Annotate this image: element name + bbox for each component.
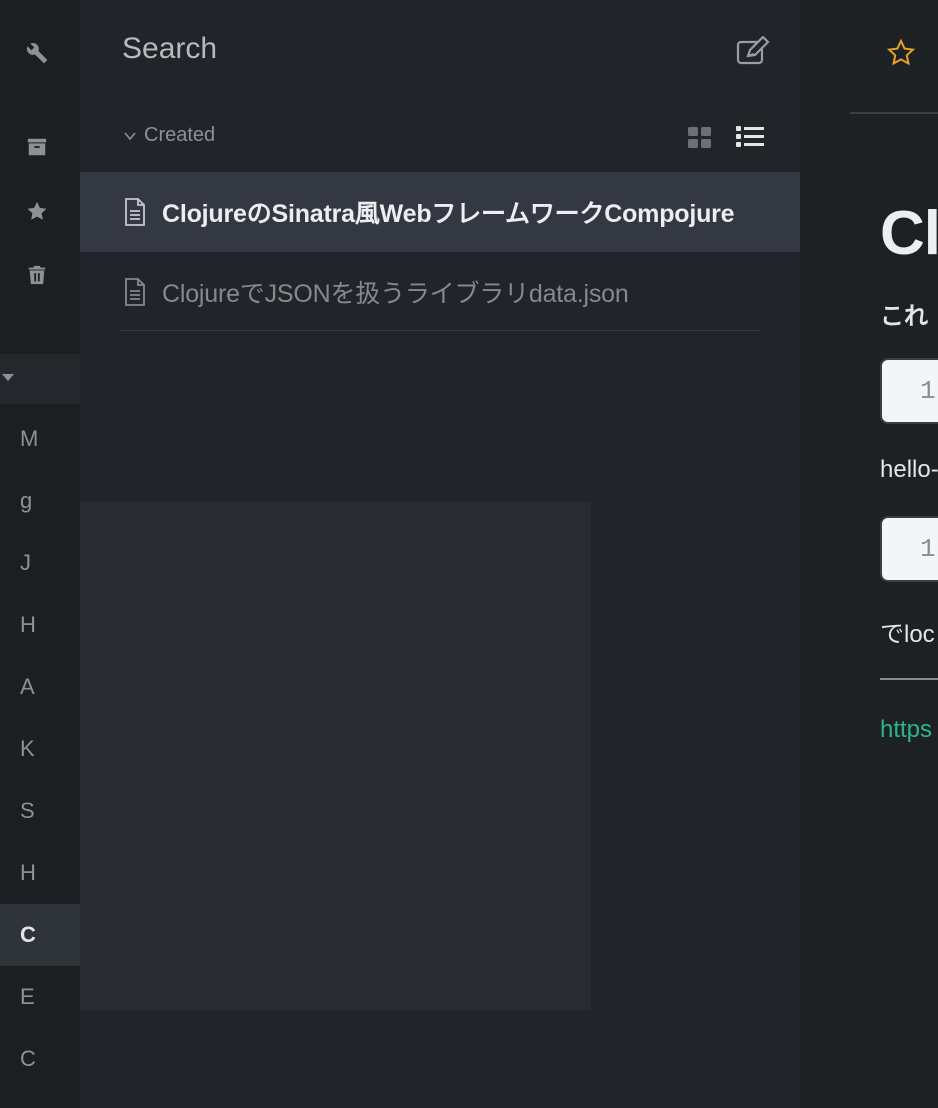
chevron-down-icon bbox=[124, 131, 136, 140]
grid-view-icon[interactable] bbox=[688, 125, 712, 149]
document-paragraph: でloc bbox=[880, 621, 935, 648]
code-block: 1 bbox=[880, 516, 938, 582]
folder-item[interactable]: H bbox=[0, 594, 80, 656]
horizontal-rule bbox=[880, 678, 938, 680]
header-divider bbox=[850, 112, 938, 114]
list-view-icon[interactable] bbox=[736, 124, 764, 150]
folder-item[interactable]: g bbox=[0, 470, 80, 532]
note-list-panel: Search Created ClojureのSinatra風Webフレームワー… bbox=[80, 0, 800, 1108]
note-title: ClojureのSinatra風WebフレームワークCompojure bbox=[162, 200, 735, 228]
note-list-item-selected[interactable]: ClojureのSinatra風WebフレームワークCompojure bbox=[80, 172, 800, 252]
folder-item[interactable]: C bbox=[0, 1028, 80, 1090]
compose-icon[interactable] bbox=[736, 35, 770, 66]
code-block: 1 bbox=[880, 358, 938, 424]
wrench-icon[interactable] bbox=[22, 38, 52, 68]
star-outline-icon[interactable] bbox=[886, 38, 916, 68]
folder-list: M g J H A K S H C E C bbox=[0, 408, 80, 1090]
document-heading: Cl bbox=[880, 199, 938, 268]
star-icon[interactable] bbox=[22, 196, 52, 226]
storage-toggle[interactable] bbox=[0, 354, 80, 404]
folder-item[interactable]: E bbox=[0, 966, 80, 1028]
document-paragraph: これ bbox=[880, 303, 928, 330]
note-detail-panel: Cl これ 1 hello- 1 でloc https bbox=[800, 0, 938, 1108]
folder-item-active[interactable]: C bbox=[0, 904, 80, 966]
trash-icon[interactable] bbox=[22, 260, 52, 290]
folder-item[interactable]: J bbox=[0, 532, 80, 594]
line-number: 1 bbox=[920, 376, 936, 406]
document-paragraph: hello- bbox=[880, 456, 938, 483]
archive-icon[interactable] bbox=[22, 132, 52, 162]
folder-item[interactable]: S bbox=[0, 780, 80, 842]
document-icon bbox=[125, 278, 145, 306]
folder-item[interactable]: K bbox=[0, 718, 80, 780]
sort-dropdown[interactable]: Created bbox=[122, 124, 215, 147]
note-list-item[interactable]: ClojureでJSONを扱うライブラリdata.json bbox=[80, 252, 800, 332]
list-divider bbox=[120, 330, 760, 331]
folder-item[interactable]: H bbox=[0, 842, 80, 904]
document-link[interactable]: https bbox=[880, 716, 932, 744]
sidebar-rail: M g J H A K S H C E C bbox=[0, 0, 80, 1108]
drag-overlay bbox=[80, 502, 591, 1010]
note-title: ClojureでJSONを扱うライブラリdata.json bbox=[162, 280, 629, 308]
line-number: 1 bbox=[920, 534, 936, 564]
caret-down-icon bbox=[2, 374, 14, 381]
folder-item[interactable]: A bbox=[0, 656, 80, 718]
page-title: Search bbox=[122, 32, 218, 65]
document-icon bbox=[125, 198, 145, 226]
sort-label: Created bbox=[144, 124, 216, 146]
folder-item[interactable]: M bbox=[0, 408, 80, 470]
